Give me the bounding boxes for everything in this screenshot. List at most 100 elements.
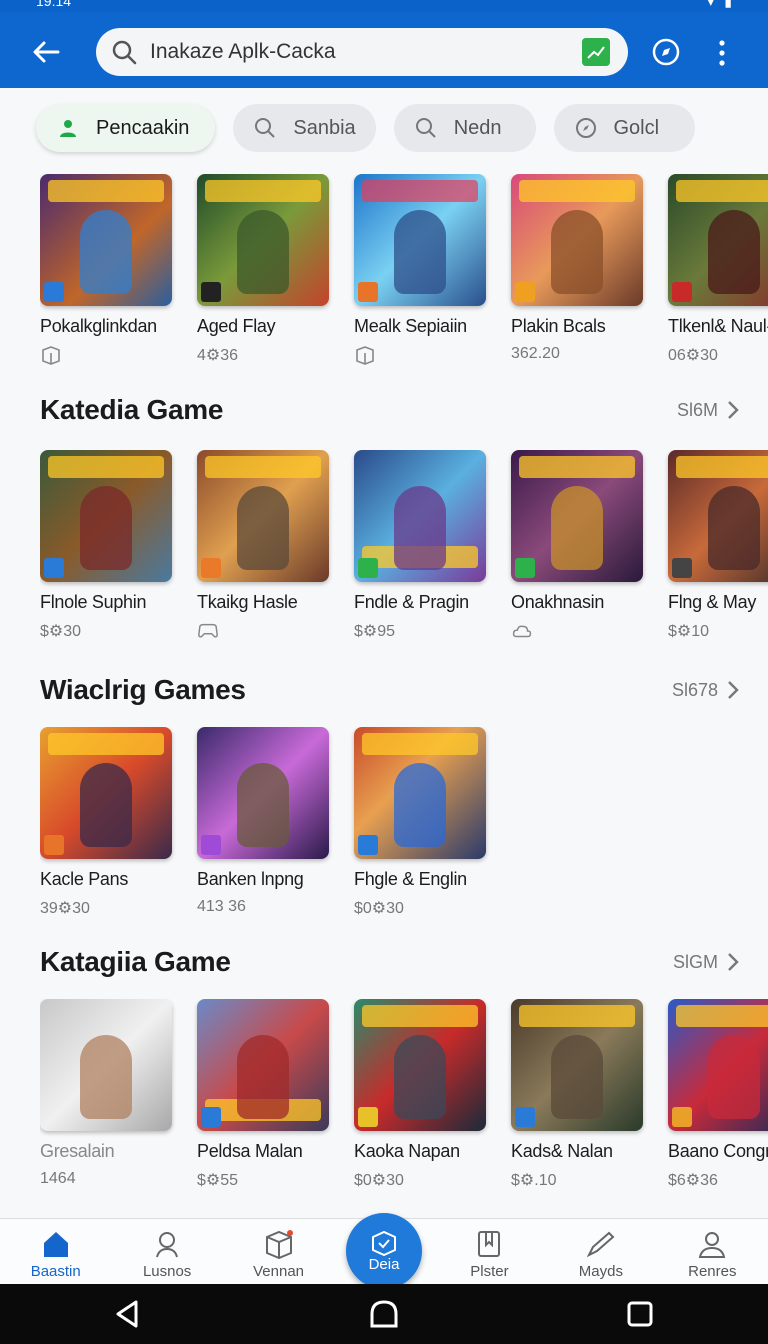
store-icon — [44, 558, 64, 578]
see-more-link[interactable]: SlGM — [673, 952, 740, 973]
home-circle-icon[interactable] — [364, 1294, 404, 1334]
game-row: Flnole Suphin $⚙30 Tkaikg Hasle Fndle & … — [40, 450, 768, 641]
game-meta: $0⚙30 — [354, 900, 404, 917]
compass-icon[interactable] — [650, 36, 682, 68]
game-card[interactable]: Flnole Suphin $⚙30 — [40, 450, 172, 641]
game-name: Mealk Sepiaiin — [354, 316, 467, 336]
chip-golcl[interactable]: Golcl — [553, 104, 696, 152]
game-card[interactable]: Kaoka Napan $0⚙30 — [354, 999, 486, 1190]
game-name: Kaoka Napan — [354, 1141, 460, 1161]
chevron-right-icon — [728, 401, 739, 419]
app-bar — [0, 12, 768, 88]
game-card[interactable]: Tlkenl& Naul- 06⚙30 — [668, 174, 768, 365]
game-row-top: Pokalkglinkdan Aged Flay 4⚙36 Mealk Sepi… — [40, 174, 768, 365]
game-card[interactable]: Tkaikg Hasle — [197, 450, 329, 641]
see-more-link[interactable]: Sl6M — [677, 400, 740, 421]
back-arrow-icon[interactable] — [28, 34, 64, 70]
trend-chart-icon[interactable] — [582, 38, 610, 66]
game-card[interactable]: Plakin Bcals 362.20 — [511, 174, 643, 365]
nav-fab-button[interactable]: Deia — [346, 1213, 422, 1289]
chip-sanbia[interactable]: Sanbia — [233, 104, 376, 152]
search-bar[interactable] — [96, 28, 628, 76]
store-icon — [201, 1107, 221, 1127]
game-name: Plakin Bcals — [511, 316, 606, 336]
game-meta: $⚙55 — [197, 1172, 239, 1189]
game-name: Onakhnasin — [511, 592, 605, 612]
game-meta — [511, 621, 643, 641]
game-name: Tlkenl& Naul- — [668, 316, 768, 336]
nav-box[interactable]: Vennan — [223, 1219, 334, 1284]
game-meta: $⚙30 — [40, 623, 82, 640]
game-card[interactable]: Flng & May $⚙10 — [668, 450, 768, 641]
game-thumbnail — [197, 174, 329, 306]
chip-pencaakin[interactable]: Pencaakin — [36, 104, 216, 152]
game-row: Kacle Pans 39⚙30 Banken lnpng 413 36 Fhg… — [40, 727, 768, 918]
game-card[interactable]: Kacle Pans 39⚙30 — [40, 727, 172, 918]
store-icon — [44, 835, 64, 855]
package-icon — [356, 346, 374, 365]
section-header: Katagiia Game SlGM — [40, 946, 740, 978]
recents-square-icon[interactable] — [620, 1294, 660, 1334]
chip-nedn[interactable]: Nedn — [393, 104, 536, 152]
game-thumbnail — [668, 450, 768, 582]
game-card[interactable]: Aged Flay 4⚙36 — [197, 174, 329, 365]
game-meta: 1464 — [40, 1170, 76, 1187]
game-meta — [354, 345, 486, 365]
game-thumbnail — [354, 727, 486, 859]
person-icon — [699, 1232, 726, 1258]
section-title: Katedia Game — [40, 394, 224, 425]
see-more-link[interactable]: Sl678 — [672, 680, 740, 701]
nav-mayds[interactable]: Mayds — [545, 1219, 656, 1284]
game-card[interactable]: Fndle & Pragin $⚙95 — [354, 450, 486, 641]
game-meta: $⚙10 — [668, 623, 710, 640]
more-vert-icon[interactable] — [712, 38, 732, 68]
game-thumbnail — [511, 174, 643, 306]
game-name: Fndle & Pragin — [354, 592, 469, 612]
section-title: Katagiia Game — [40, 946, 231, 977]
nav-profile[interactable]: Renres — [657, 1219, 768, 1284]
game-card[interactable]: Baano Congr $6⚙36 — [668, 999, 768, 1190]
store-icon — [515, 558, 535, 578]
search-input[interactable] — [150, 40, 570, 64]
game-meta — [40, 345, 172, 365]
store-icon — [515, 1107, 535, 1127]
bookmark-icon — [478, 1231, 501, 1257]
game-card[interactable]: Gresalain 1464 — [40, 999, 172, 1190]
game-card[interactable]: Banken lnpng 413 36 — [197, 727, 329, 918]
game-meta: 4⚙36 — [197, 347, 239, 364]
game-thumbnail — [40, 727, 172, 859]
store-icon — [358, 282, 378, 302]
home-icon — [43, 1232, 68, 1257]
filter-chips: Pencaakin Sanbia Nedn Golcl — [36, 104, 696, 152]
game-card[interactable]: Peldsa Malan $⚙55 — [197, 999, 329, 1190]
game-thumbnail — [354, 450, 486, 582]
back-triangle-icon[interactable] — [108, 1294, 148, 1334]
search-icon — [112, 40, 137, 65]
game-card[interactable]: Kads& Nalan $⚙.10 — [511, 999, 643, 1190]
store-icon — [358, 1107, 378, 1127]
game-card[interactable]: Pokalkglinkdan — [40, 174, 172, 365]
store-icon — [358, 835, 378, 855]
store-icon — [201, 835, 221, 855]
nav-home[interactable]: Baastin — [0, 1219, 111, 1284]
game-thumbnail — [354, 999, 486, 1131]
nav-plster[interactable]: Plster — [434, 1219, 545, 1284]
game-meta: $⚙.10 — [511, 1172, 557, 1189]
game-card[interactable]: Onakhnasin — [511, 450, 643, 641]
wifi-icon: ▾ — [707, 0, 715, 9]
game-meta: 362.20 — [511, 345, 560, 362]
game-thumbnail — [197, 999, 329, 1131]
game-name: Gresalain — [40, 1141, 115, 1161]
game-name: Pokalkglinkdan — [40, 316, 157, 336]
gamepad-icon — [198, 623, 218, 638]
store-icon — [201, 282, 221, 302]
game-name: Fhgle & Englin — [354, 869, 467, 889]
game-thumbnail — [40, 450, 172, 582]
game-card[interactable]: Fhgle & Englin $0⚙30 — [354, 727, 486, 918]
chevron-right-icon — [728, 953, 739, 971]
game-card[interactable]: Mealk Sepiaiin — [354, 174, 486, 365]
game-meta: 06⚙30 — [668, 347, 718, 364]
search-icon — [415, 118, 436, 138]
nav-search[interactable]: Lusnos — [111, 1219, 222, 1284]
store-icon — [672, 1107, 692, 1127]
